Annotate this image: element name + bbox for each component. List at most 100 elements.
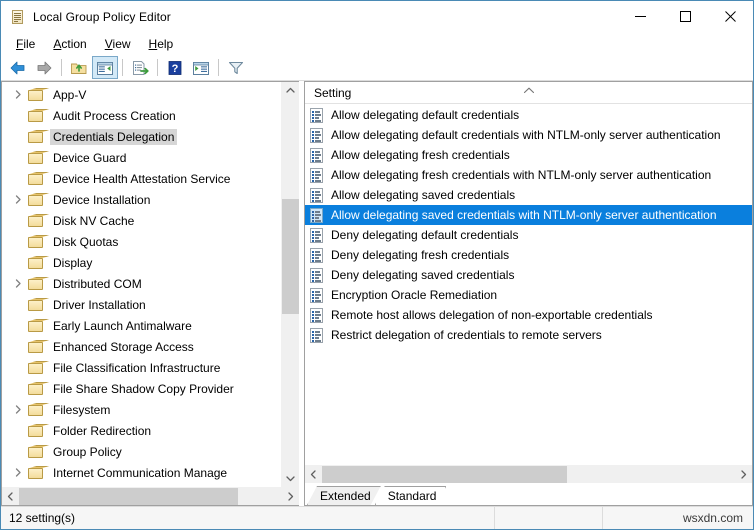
tree-item-enhanced-storage-access[interactable]: Enhanced Storage Access: [2, 336, 281, 357]
menu-file[interactable]: File: [7, 34, 44, 54]
list-item-allow-delegating-saved-credentials-ntlm[interactable]: Allow delegating saved credentials with …: [305, 205, 752, 225]
tree-item-credentials-delegation[interactable]: Credentials Delegation: [2, 126, 281, 147]
scroll-thumb[interactable]: [282, 199, 299, 314]
help-button[interactable]: ?: [162, 56, 188, 79]
list-item-label: Allow delegating fresh credentials with …: [331, 167, 712, 182]
tree-item-disk-nv-cache[interactable]: Disk NV Cache: [2, 210, 281, 231]
list-item-allow-delegating-fresh-credentials[interactable]: Allow delegating fresh credentials: [305, 145, 752, 165]
list-horizontal-scrollbar[interactable]: [305, 465, 752, 483]
window-title: Local Group Policy Editor: [33, 9, 171, 24]
tree-horizontal-scrollbar[interactable]: [2, 487, 299, 505]
tree-item-device-guard[interactable]: Device Guard: [2, 147, 281, 168]
list-item-allow-delegating-default-credentials[interactable]: Allow delegating default credentials: [305, 105, 752, 125]
export-list-button[interactable]: [127, 56, 153, 79]
tab-extended-label: Extended: [320, 489, 371, 503]
scroll-left-button[interactable]: [305, 466, 322, 483]
tab-extended[interactable]: Extended: [307, 486, 381, 505]
column-header-setting[interactable]: Setting: [305, 82, 752, 103]
policy-setting-icon: [310, 227, 324, 243]
tree-item-distributed-com[interactable]: Distributed COM: [2, 273, 281, 294]
list-item-encryption-oracle-remediation[interactable]: Encryption Oracle Remediation: [305, 285, 752, 305]
tree-item-device-installation[interactable]: Device Installation: [2, 189, 281, 210]
tree-item-folder-redirection[interactable]: Folder Redirection: [2, 420, 281, 441]
menu-view[interactable]: View: [96, 34, 140, 54]
tree-item-label: Credentials Delegation: [50, 128, 178, 145]
maximize-button[interactable]: [663, 1, 708, 32]
console-tree[interactable]: App-V Audit Process Creation Credentials…: [2, 82, 281, 487]
console-tree-icon: [97, 61, 113, 75]
tab-standard[interactable]: Standard: [375, 486, 447, 505]
scroll-left-button[interactable]: [2, 488, 19, 505]
chevron-right-icon[interactable]: [10, 276, 26, 292]
folder-icon: [28, 382, 44, 396]
list-item-restrict-delegation-remote-servers[interactable]: Restrict delegation of credentials to re…: [305, 325, 752, 345]
scroll-track[interactable]: [322, 466, 735, 483]
scroll-right-button[interactable]: [735, 466, 752, 483]
scroll-thumb[interactable]: [322, 466, 567, 483]
tree-item-file-share-shadow-copy-provider[interactable]: File Share Shadow Copy Provider: [2, 378, 281, 399]
menu-help[interactable]: Help: [140, 34, 183, 54]
policy-setting-icon: [310, 287, 324, 303]
tree-item-app-v[interactable]: App-V: [2, 84, 281, 105]
list-item-deny-delegating-fresh-credentials[interactable]: Deny delegating fresh credentials: [305, 245, 752, 265]
scroll-track[interactable]: [19, 488, 282, 505]
folder-icon: [28, 277, 44, 291]
scroll-track[interactable]: [282, 99, 299, 470]
tree-item-audit-process-creation[interactable]: Audit Process Creation: [2, 105, 281, 126]
list-item-deny-delegating-default-credentials[interactable]: Deny delegating default credentials: [305, 225, 752, 245]
menu-action[interactable]: Action: [44, 34, 95, 54]
chevron-right-icon[interactable]: [10, 402, 26, 418]
list-item-label: Encryption Oracle Remediation: [331, 287, 498, 302]
status-bar: 12 setting(s) wsxdn.com: [1, 506, 753, 529]
back-button[interactable]: [5, 56, 31, 79]
list-item-deny-delegating-saved-credentials[interactable]: Deny delegating saved credentials: [305, 265, 752, 285]
tree-item-filesystem[interactable]: Filesystem: [2, 399, 281, 420]
tree-item-group-policy[interactable]: Group Policy: [2, 441, 281, 462]
list-item-allow-delegating-saved-credentials[interactable]: Allow delegating saved credentials: [305, 185, 752, 205]
tree-item-disk-quotas[interactable]: Disk Quotas: [2, 231, 281, 252]
chevron-right-icon[interactable]: [10, 465, 26, 481]
tree-item-early-launch-antimalware[interactable]: Early Launch Antimalware: [2, 315, 281, 336]
list-item-label: Restrict delegation of credentials to re…: [331, 327, 602, 342]
scroll-thumb[interactable]: [19, 488, 238, 505]
tree-item-label: Audit Process Creation: [53, 108, 176, 123]
settings-list[interactable]: Allow delegating default credentials All…: [305, 104, 752, 465]
policy-setting-icon: [310, 147, 324, 163]
toolbar: ?: [1, 55, 753, 81]
policy-setting-icon: [310, 127, 324, 143]
toolbar-separator: [122, 59, 123, 76]
show-hide-console-tree-button[interactable]: [92, 56, 118, 79]
forward-button[interactable]: [31, 56, 57, 79]
minimize-button[interactable]: [618, 1, 663, 32]
folder-icon: [28, 361, 44, 375]
list-item-remote-host-allows-delegation[interactable]: Remote host allows delegation of non-exp…: [305, 305, 752, 325]
up-folder-button[interactable]: [66, 56, 92, 79]
toolbar-separator: [61, 59, 62, 76]
show-hide-action-pane-button[interactable]: [188, 56, 214, 79]
action-pane-icon: [193, 61, 209, 75]
close-button[interactable]: [708, 1, 753, 32]
folder-icon: [28, 151, 44, 165]
chevron-right-icon[interactable]: [10, 87, 26, 103]
tree-item-internet-communication-management[interactable]: Internet Communication Manage: [2, 462, 281, 483]
filter-button[interactable]: [223, 56, 249, 79]
tree-item-display[interactable]: Display: [2, 252, 281, 273]
list-item-allow-delegating-fresh-credentials-ntlm[interactable]: Allow delegating fresh credentials with …: [305, 165, 752, 185]
scroll-up-button[interactable]: [282, 82, 299, 99]
list-item-allow-delegating-default-credentials-ntlm[interactable]: Allow delegating default credentials wit…: [305, 125, 752, 145]
list-item-label: Allow delegating saved credentials with …: [331, 207, 717, 222]
tree-item-label: Early Launch Antimalware: [53, 318, 192, 333]
tree-item-label: Device Guard: [53, 150, 127, 165]
scroll-down-button[interactable]: [282, 470, 299, 487]
tree-vertical-scrollbar[interactable]: [281, 82, 299, 487]
tree-item-driver-installation[interactable]: Driver Installation: [2, 294, 281, 315]
scroll-right-button[interactable]: [282, 488, 299, 505]
tree-item-device-health-attestation-service[interactable]: Device Health Attestation Service: [2, 168, 281, 189]
policy-setting-icon: [310, 167, 324, 183]
folder-icon: [28, 88, 44, 102]
chevron-right-icon[interactable]: [10, 192, 26, 208]
tree-item-file-classification-infrastructure[interactable]: File Classification Infrastructure: [2, 357, 281, 378]
